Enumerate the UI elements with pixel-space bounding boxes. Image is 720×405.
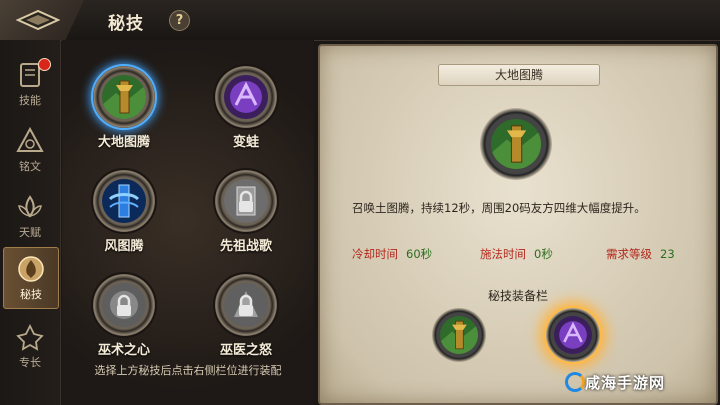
frog-hex-icon xyxy=(554,316,592,354)
earth-totem-icon xyxy=(491,119,541,169)
stat-cooldown: 冷却时间 60秒 xyxy=(352,246,432,262)
skill-name: 风图腾 xyxy=(104,239,144,254)
witchcraft-heart-icon xyxy=(102,283,146,327)
ancestral-song-icon xyxy=(224,179,268,223)
stat-value: 60秒 xyxy=(406,247,433,261)
skill-name: 巫医之怒 xyxy=(219,343,272,358)
watermark-logo xyxy=(565,372,585,392)
lotus-icon xyxy=(18,195,42,218)
watermark-text: 咸海手游网 xyxy=(585,374,666,392)
stat-value: 0秒 xyxy=(534,247,553,261)
equip-slot-2[interactable] xyxy=(546,308,600,362)
secret-skill-icon xyxy=(18,256,44,282)
earth-totem-icon xyxy=(440,316,478,354)
witchdoctor-rage-icon xyxy=(224,283,268,327)
stat-label: 冷却时间 xyxy=(352,247,398,261)
equip-slot-1[interactable] xyxy=(432,308,486,362)
skill-description: 召唤土图腾，持续12秒，周围20码友方四维大幅度提升。 xyxy=(352,201,646,215)
stat-label: 需求等级 xyxy=(606,247,652,261)
hint-text: 选择上方秘技后点击右侧栏位进行装配 xyxy=(94,364,282,377)
stat-required-level: 需求等级 23 xyxy=(606,246,675,262)
sidebar-item-skills[interactable]: 技能 xyxy=(3,54,57,114)
sidebar-item-specialty[interactable]: 专长 xyxy=(3,316,57,376)
skill-name: 巫术之心 xyxy=(97,343,150,358)
skill-earth-totem[interactable]: 大地图腾 xyxy=(86,66,162,150)
sidebar-item-label: 天赋 xyxy=(19,226,41,239)
back-button[interactable] xyxy=(0,0,84,40)
stat-cast-time: 施法时间 0秒 xyxy=(480,246,553,262)
wind-totem-icon xyxy=(102,179,146,223)
skill-ring xyxy=(93,66,155,128)
notification-badge xyxy=(38,58,51,71)
skill-witchdoctor-rage[interactable]: 巫医之怒 xyxy=(208,274,284,358)
sidebar-item-label: 技能 xyxy=(19,94,41,107)
skill-ring xyxy=(215,170,277,232)
specialty-icon xyxy=(16,323,44,351)
skill-detail-panel: 大地图腾 召唤土图腾，持续12秒，周围20码友方四维大幅度提升。 冷却时间 60秒… xyxy=(318,44,718,405)
skill-ring xyxy=(215,274,277,336)
sidebar-item-secret-skill[interactable]: 秘技 xyxy=(3,247,59,309)
rune-icon xyxy=(16,126,44,152)
skill-ring xyxy=(93,274,155,336)
frog-hex-icon xyxy=(224,75,268,119)
stat-value: 23 xyxy=(660,247,675,261)
skill-ring xyxy=(93,170,155,232)
sidebar-item-talent[interactable]: 天赋 xyxy=(3,186,57,246)
back-arrow-icon xyxy=(16,9,60,31)
top-bar: 秘技 ? xyxy=(0,0,720,41)
skill-ancestral-song[interactable]: 先祖战歌 xyxy=(208,170,284,254)
detail-skill-icon xyxy=(480,108,552,180)
skill-name: 先祖战歌 xyxy=(219,239,272,254)
earth-totem-icon xyxy=(102,75,146,119)
skill-name: 大地图腾 xyxy=(97,135,150,150)
equip-bar-title: 秘技装备栏 xyxy=(487,289,548,303)
skill-ring xyxy=(215,66,277,128)
help-icon[interactable]: ? xyxy=(169,10,190,31)
page-title: 秘技 xyxy=(108,14,144,34)
sidebar: 技能 铭文 天赋 秘技 专长 xyxy=(0,40,61,405)
sidebar-item-label: 专长 xyxy=(19,356,41,369)
skill-name: 变蛙 xyxy=(232,135,259,150)
skill-wind-totem[interactable]: 风图腾 xyxy=(86,170,162,254)
skill-witchcraft-heart[interactable]: 巫术之心 xyxy=(86,274,162,358)
stat-label: 施法时间 xyxy=(480,247,526,261)
sidebar-item-inscription[interactable]: 铭文 xyxy=(3,120,57,180)
sidebar-item-label: 铭文 xyxy=(19,160,41,173)
skill-frog-hex[interactable]: 变蛙 xyxy=(208,66,284,150)
sidebar-item-label: 秘技 xyxy=(20,288,42,301)
detail-title: 大地图腾 xyxy=(438,64,600,86)
skill-grid: 大地图腾 变蛙 风图腾 先祖战歌 巫术之心 巫医之怒 选择上方秘技后点击右侧栏位… xyxy=(62,40,314,405)
